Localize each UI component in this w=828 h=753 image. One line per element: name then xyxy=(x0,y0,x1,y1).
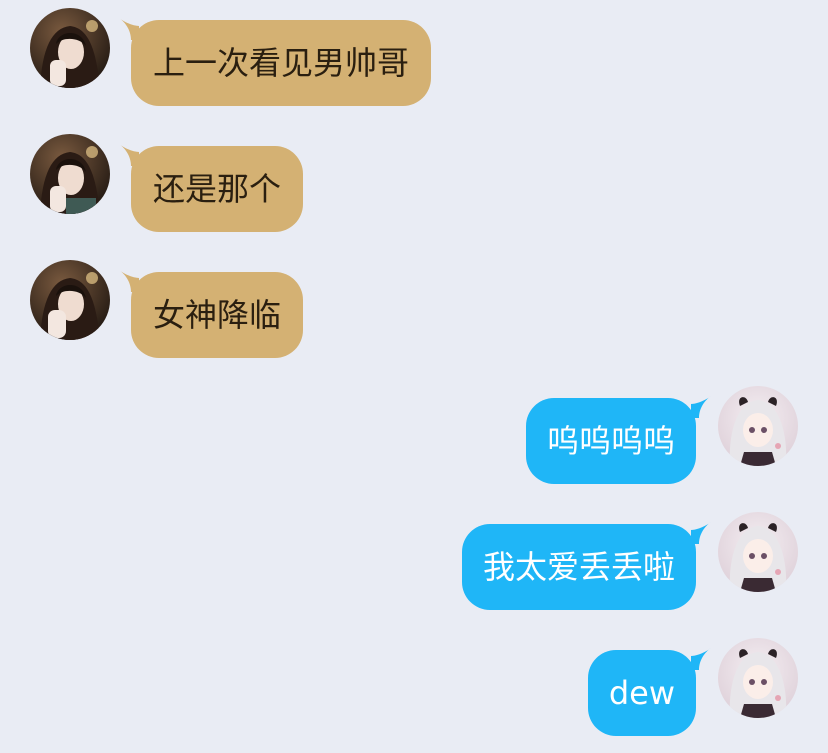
bubble-tail xyxy=(691,648,711,670)
message-bubble[interactable]: 女神降临 xyxy=(131,272,304,358)
message-row-outgoing: 我太爱丢丢啦 xyxy=(0,512,828,610)
dark-hair-girl-avatar[interactable] xyxy=(30,8,110,88)
message-bubble[interactable]: 上一次看见男帅哥 xyxy=(131,20,432,106)
message-bubble[interactable]: dew xyxy=(587,650,696,736)
message-bubble[interactable]: 我太爱丢丢啦 xyxy=(461,524,696,610)
message-text: dew xyxy=(608,674,675,712)
dark-hair-girl-avatar[interactable] xyxy=(30,260,110,340)
anime-girl-avatar[interactable] xyxy=(718,386,798,466)
message-text: 上一次看见男帅哥 xyxy=(153,44,410,82)
anime-girl-avatar[interactable] xyxy=(718,512,798,592)
message-row-incoming: 上一次看见男帅哥 xyxy=(0,8,828,106)
message-text: 呜呜呜呜 xyxy=(546,422,675,460)
bubble-tail xyxy=(691,522,711,544)
anime-girl-avatar[interactable] xyxy=(718,638,798,718)
message-row-incoming: 女神降临 xyxy=(0,260,828,358)
message-text: 还是那个 xyxy=(153,170,282,208)
message-row-outgoing: 呜呜呜呜 xyxy=(0,386,828,484)
dark-hair-girl-avatar[interactable] xyxy=(30,134,110,214)
message-bubble[interactable]: 呜呜呜呜 xyxy=(525,398,696,484)
message-text: 女神降临 xyxy=(153,296,282,334)
message-bubble[interactable]: 还是那个 xyxy=(131,146,304,232)
bubble-tail xyxy=(691,396,711,418)
message-text: 我太爱丢丢啦 xyxy=(482,548,675,586)
message-row-outgoing: dew xyxy=(0,638,828,736)
message-row-incoming: 还是那个 xyxy=(0,134,828,232)
